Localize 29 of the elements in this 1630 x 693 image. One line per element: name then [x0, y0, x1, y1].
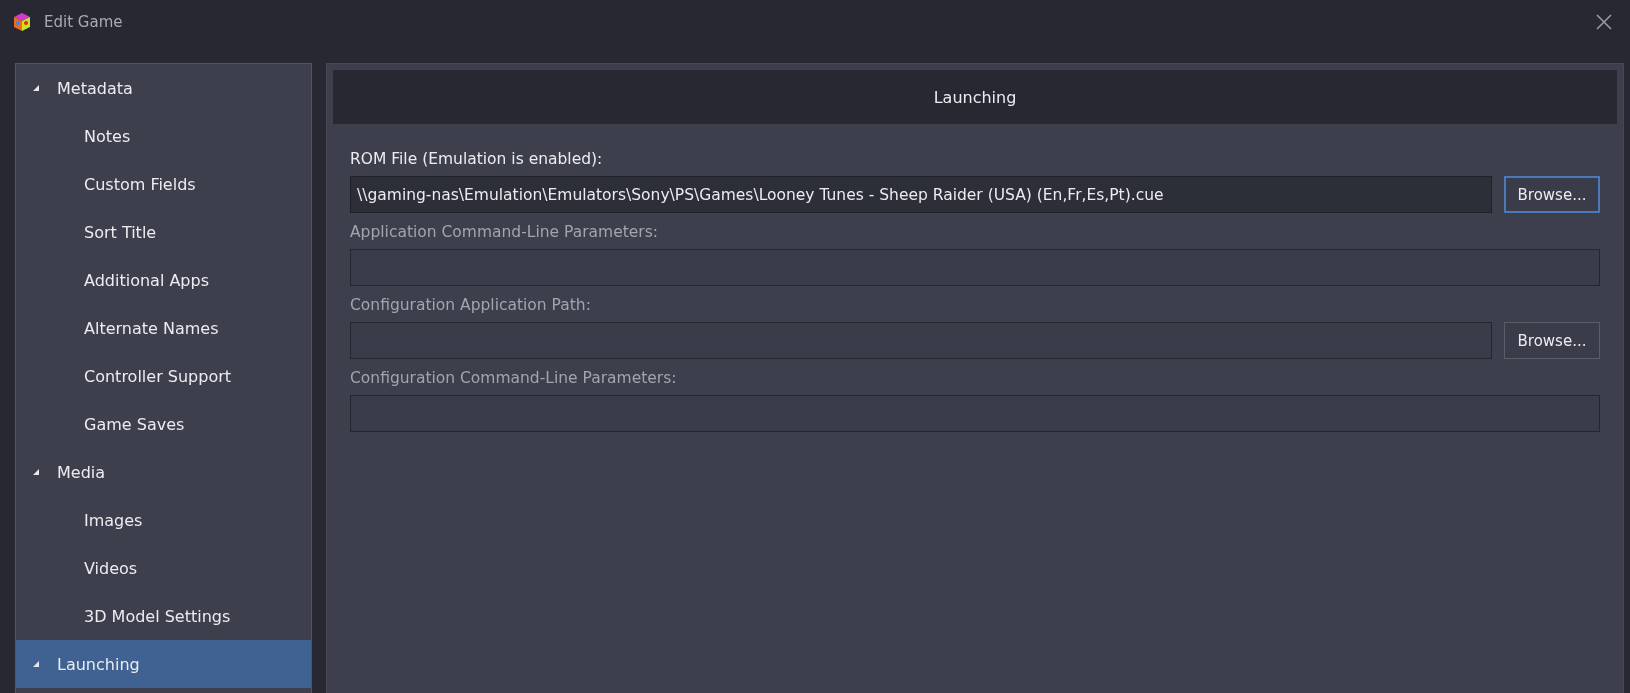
field-label: Configuration Application Path: — [350, 296, 592, 314]
sidebar-item[interactable]: Additional Apps — [16, 256, 311, 304]
sidebar-item[interactable]: Alternate Names — [16, 304, 311, 352]
expand-triangle-icon[interactable] — [32, 468, 40, 476]
text-field[interactable] — [350, 322, 1492, 359]
sidebar-item[interactable]: Sort Title — [16, 208, 311, 256]
expand-triangle-icon[interactable] — [32, 84, 40, 92]
browse-button[interactable]: Browse... — [1504, 176, 1600, 213]
sidebar-item[interactable]: Custom Fields — [16, 160, 311, 208]
close-icon[interactable] — [1596, 14, 1612, 30]
sidebar-item[interactable]: Images — [16, 496, 311, 544]
expand-triangle-icon[interactable] — [32, 660, 40, 668]
field-label: Application Command-Line Parameters: — [350, 223, 659, 241]
sidebar-item[interactable]: Controller Support — [16, 352, 311, 400]
sidebar-item[interactable]: Videos — [16, 544, 311, 592]
sidebar-item[interactable]: 3D Model Settings — [16, 592, 311, 640]
sidebar-item[interactable]: Notes — [16, 112, 311, 160]
text-field[interactable] — [350, 249, 1600, 286]
cube-logo-icon — [12, 12, 32, 32]
sidebar-item[interactable]: Launching — [16, 640, 311, 688]
window-title: Edit Game — [44, 13, 124, 31]
field-label: Configuration Command-Line Parameters: — [350, 369, 678, 387]
sidebar-item[interactable]: Game Saves — [16, 400, 311, 448]
section-header: Launching — [333, 70, 1617, 124]
text-field[interactable] — [350, 395, 1600, 432]
sidebar-item[interactable]: Metadata — [16, 64, 311, 112]
sidebar-item[interactable]: Media — [16, 448, 311, 496]
text-field[interactable]: \\gaming-nas\Emulation\Emulators\Sony\PS\Games\Looney Tunes - Sheep Raider (USA) (En,Fr,Es,Pt).cue — [350, 176, 1492, 213]
field-label: ROM File (Emulation is enabled): — [350, 150, 604, 168]
